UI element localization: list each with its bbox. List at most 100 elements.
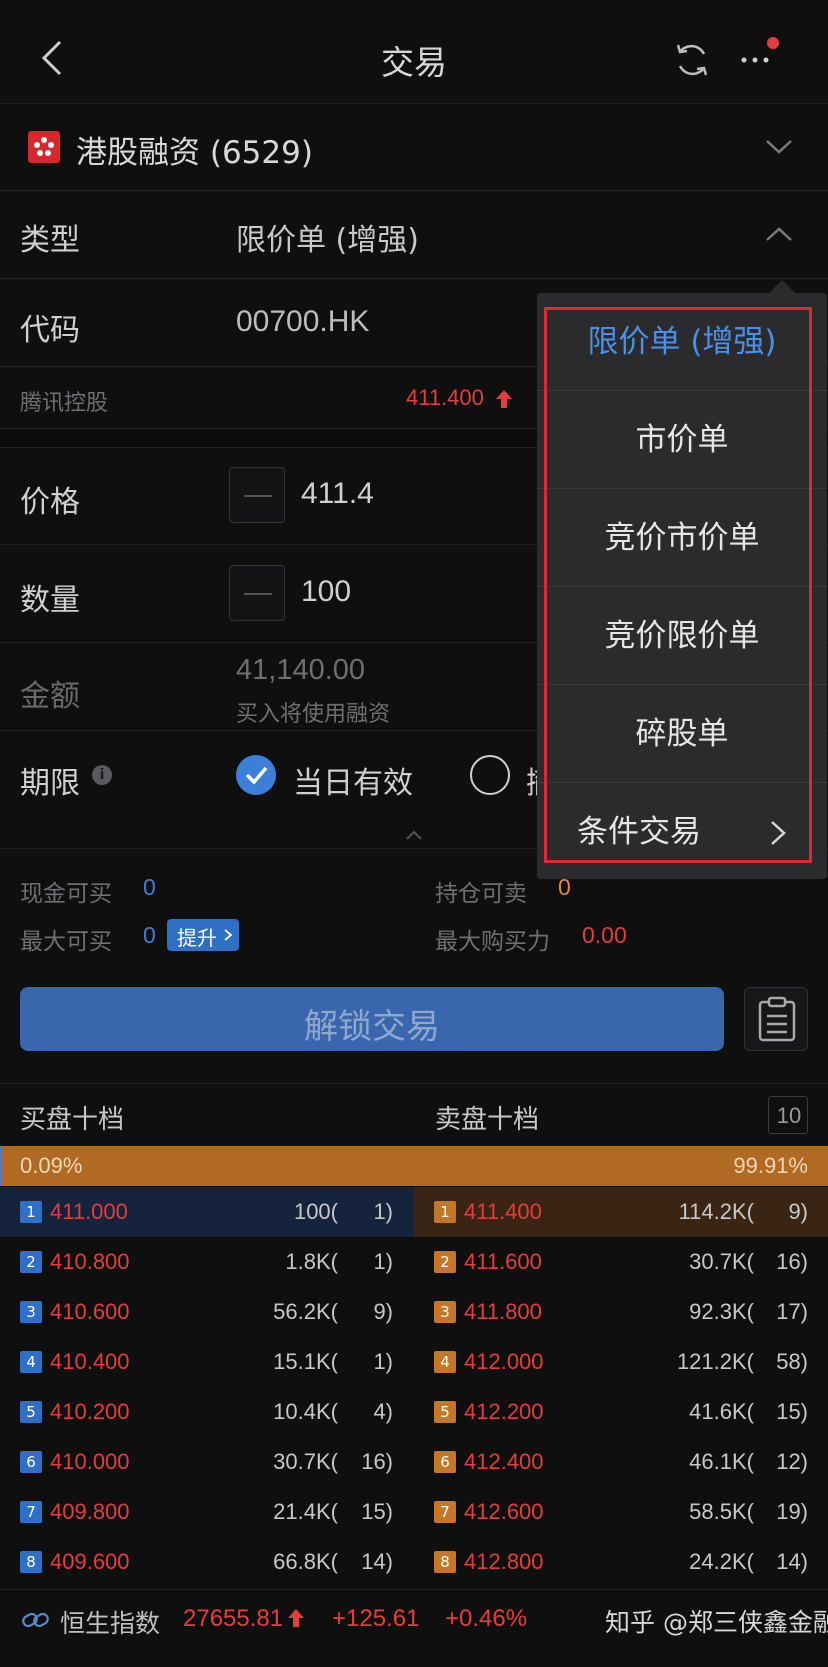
- code-label: 代码: [20, 313, 80, 348]
- ask-qty: 114.2K(: [678, 1199, 754, 1224]
- bid-level-badge: 8: [20, 1551, 42, 1573]
- cash-buy-label: 现金可买: [20, 881, 112, 907]
- ask-price: 412.800: [464, 1549, 544, 1574]
- hk-flag-icon: [28, 131, 60, 163]
- bid-level-badge: 3: [20, 1301, 42, 1323]
- bid-count: 16): [361, 1449, 393, 1474]
- ticker-value: 27655.81: [183, 1605, 284, 1632]
- bid-price: 410.400: [50, 1349, 130, 1374]
- bid-price: 410.000: [50, 1449, 130, 1474]
- bid-level-badge: 4: [20, 1351, 42, 1373]
- bid-level-badge: 1: [20, 1201, 42, 1223]
- bid-qty: 21.4K(: [273, 1499, 338, 1524]
- bid-price: 409.600: [50, 1549, 130, 1574]
- ask-price: 412.200: [464, 1399, 544, 1424]
- max-buy-value: 0: [143, 922, 156, 948]
- amount-note: 买入将使用融资: [236, 702, 391, 727]
- highlight-frame: [544, 307, 812, 863]
- ask-price: 412.400: [464, 1449, 544, 1474]
- bid-level-badge: 7: [20, 1501, 42, 1523]
- chevron-down-icon[interactable]: [764, 136, 794, 156]
- depth-value: 10: [776, 1103, 802, 1128]
- collapse-caret-icon[interactable]: [404, 826, 424, 840]
- ask-level-badge: 6: [434, 1451, 456, 1473]
- bid-ratio-fill: [0, 1146, 1, 1186]
- ticker-name[interactable]: 恒生指数: [60, 1604, 160, 1640]
- bid-qty: 1.8K(: [285, 1249, 338, 1274]
- cash-buy-value: 0: [143, 874, 156, 900]
- bid-count: 9): [373, 1299, 393, 1324]
- ask-count: 16): [776, 1249, 808, 1274]
- ask-count: 15): [776, 1399, 808, 1424]
- price-decrement-button[interactable]: [229, 467, 285, 523]
- bid-qty: 15.1K(: [273, 1349, 338, 1374]
- ticker-up-icon: [287, 1608, 305, 1628]
- bid-qty: 100(: [293, 1199, 338, 1224]
- bid-qty: 30.7K(: [273, 1449, 338, 1474]
- ask-count: 58): [776, 1349, 808, 1374]
- ask-level-badge: 2: [434, 1251, 456, 1273]
- bid-level-badge: 5: [20, 1401, 42, 1423]
- ask-qty: 92.3K(: [689, 1299, 754, 1324]
- ask-price: 412.600: [464, 1499, 544, 1524]
- bid-level-badge: 6: [20, 1451, 42, 1473]
- bid-count: 1): [373, 1199, 393, 1224]
- ask-qty: 24.2K(: [689, 1549, 754, 1574]
- depth-toggle-button[interactable]: 10: [768, 1096, 808, 1134]
- watermark: 知乎 @郑三侠鑫金融: [605, 1608, 828, 1637]
- orderbook-row: 8 409.600 66.8K(14) 8 412.800 24.2K(14): [0, 1537, 828, 1587]
- stock-price: 411.400: [406, 385, 484, 410]
- bid-ask-ratio-bar: 0.09% 99.91%: [0, 1146, 828, 1186]
- max-power-value: 0.00: [582, 922, 627, 948]
- amount-label: 金额: [20, 679, 80, 714]
- orderbook-row: 5 410.200 10.4K(4) 5 412.200 41.6K(15): [0, 1387, 828, 1437]
- bid-price: 411.000: [50, 1199, 128, 1224]
- order-list-icon[interactable]: [744, 987, 808, 1051]
- qty-decrement-button[interactable]: [229, 565, 285, 621]
- orderbook-row: 3 410.600 56.2K(9) 3 411.800 92.3K(17): [0, 1287, 828, 1337]
- stock-name: 腾讯控股: [20, 391, 109, 416]
- ask-title: 卖盘十档: [435, 1105, 540, 1135]
- code-value[interactable]: 00700.HK: [236, 305, 369, 339]
- expiry-option1-radio[interactable]: [236, 755, 276, 795]
- ask-level-badge: 3: [434, 1301, 456, 1323]
- price-input[interactable]: 411.4: [301, 477, 374, 511]
- bid-price: 410.800: [50, 1249, 130, 1274]
- ticker-change: +125.61: [332, 1605, 420, 1632]
- bid-level-badge: 2: [20, 1251, 42, 1273]
- boost-button[interactable]: 提升: [167, 919, 239, 951]
- notification-dot: [767, 37, 779, 49]
- price-label: 价格: [20, 485, 80, 520]
- info-icon[interactable]: i: [92, 765, 112, 785]
- orderbook-row: 1 411.000 100(1) 1 411.400 114.2K(9): [0, 1187, 828, 1237]
- unlock-trade-button[interactable]: 解锁交易: [20, 987, 724, 1051]
- ask-qty: 30.7K(: [689, 1249, 754, 1274]
- refresh-icon[interactable]: [672, 40, 712, 80]
- ask-price: 411.600: [464, 1249, 542, 1274]
- bid-count: 14): [361, 1549, 393, 1574]
- bid-qty: 56.2K(: [273, 1299, 338, 1324]
- ask-level-badge: 8: [434, 1551, 456, 1573]
- link-icon[interactable]: [20, 1605, 52, 1635]
- pos-sell-label: 持仓可卖: [435, 881, 527, 907]
- expiry-option1-label: 当日有效: [293, 766, 413, 801]
- account-name[interactable]: 港股融资 (6529): [76, 127, 313, 172]
- bid-qty: 10.4K(: [273, 1399, 338, 1424]
- more-icon[interactable]: [738, 42, 788, 72]
- ask-qty: 58.5K(: [689, 1499, 754, 1524]
- qty-input[interactable]: 100: [301, 575, 351, 609]
- ask-qty: 41.6K(: [689, 1399, 754, 1424]
- ask-level-badge: 4: [434, 1351, 456, 1373]
- orderbook-row: 6 410.000 30.7K(16) 6 412.400 46.1K(12): [0, 1437, 828, 1487]
- qty-label: 数量: [20, 583, 80, 618]
- orderbook-row: 4 410.400 15.1K(1) 4 412.000 121.2K(58): [0, 1337, 828, 1387]
- max-power-label: 最大购买力: [435, 929, 550, 955]
- ask-pct: 99.91%: [733, 1153, 808, 1178]
- expiry-option2-radio[interactable]: [470, 755, 510, 795]
- bid-price: 410.200: [50, 1399, 130, 1424]
- bid-pct: 0.09%: [20, 1153, 83, 1178]
- chevron-up-icon[interactable]: [764, 224, 794, 244]
- ask-count: 14): [776, 1549, 808, 1574]
- type-value[interactable]: 限价单 (增强): [236, 215, 419, 259]
- ask-price: 412.000: [464, 1349, 544, 1374]
